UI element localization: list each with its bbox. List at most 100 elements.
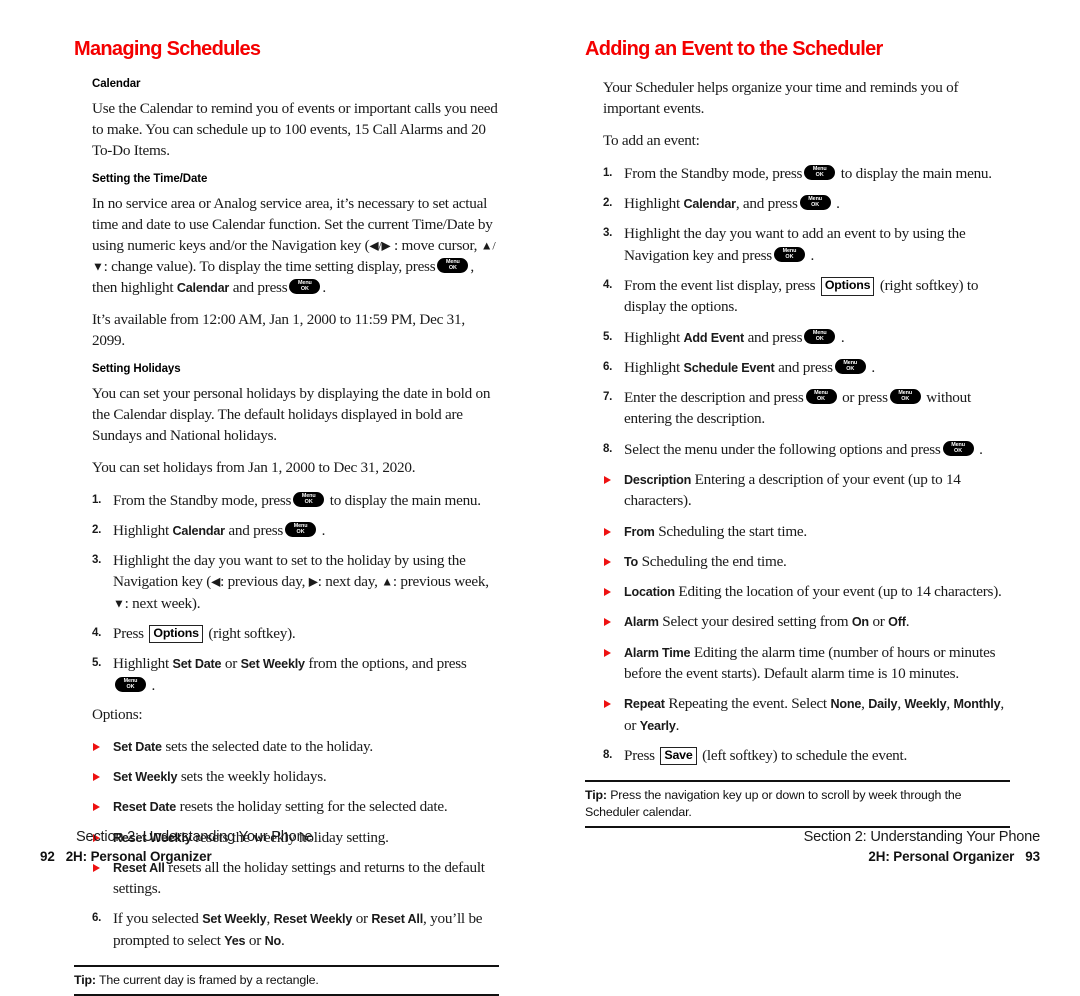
list-item: Alarm Time Editing the alarm time (numbe… [603,642,1010,685]
text-run: Press the navigation key up or down to s… [585,788,962,820]
ui-term-alarm: Alarm [624,615,659,630]
step-number: 8. [603,748,613,761]
ui-term-yes: Yes [224,933,246,948]
list-item: 6. If you selected Set Weekly, Reset Wee… [92,908,499,951]
triangle-bullet-icon [604,527,611,536]
list-item: 2. Highlight Calendar, and press Menu OK . [603,193,1010,214]
list-item: 3. Highlight the day you want to add an … [603,223,1010,266]
list-item: 4. From the event list display, press Op… [603,275,1010,318]
text-run: : next day, [317,573,378,591]
paragraph-calendar-intro: Use the Calendar to remind you of events… [92,100,498,159]
tip-text: Tip: The current day is framed by a rect… [74,967,499,989]
text-run: sets the selected date to the holiday. [165,737,373,755]
footer-left: Section 2: Understanding Your Phone 92 2H… [40,829,500,864]
list-item: 1. From the Standby mode, press Menu OK to… [92,490,499,511]
footer-section-label: Section 2: Understanding Your Phone [803,829,1041,845]
text-run: resets the holiday setting for the selec… [179,798,448,816]
text-run: . [840,328,845,346]
step-number: 6. [92,912,102,925]
text-run: . [905,613,910,631]
menu-ok-key-icon: Menu OK [805,389,837,405]
text-run: Repeating the event. Select [668,695,827,713]
text-run: and press [228,521,284,539]
ui-term-description: Description [624,473,692,487]
text-run: Scheduling the start time. [658,522,807,540]
page-title-left: Managing Schedules [74,38,261,60]
step-number: 2. [603,197,613,210]
footer-right: Section 2: Understanding Your Phone 2H: … [580,829,1041,864]
ui-value-none: None [830,697,862,712]
text-run: , and press [735,195,798,213]
steps-list-add-event: 1. From the Standby mode, press Menu OK to… [603,163,1010,460]
text-run: Scheduling the end time. [641,552,787,570]
paragraph-to-add-event: To add an event: [603,131,700,149]
text-run: From the Standby mode, press [113,491,292,509]
options-list-holidays: Set Date sets the selected date to the h… [92,736,499,900]
ui-term-reset-weekly: Reset Weekly [273,912,353,927]
menu-ok-key-icon: Menu OK [437,257,469,273]
step-number: 3. [92,554,102,567]
nav-right-icon: ▶ [308,574,318,589]
list-item: 3. Highlight the day you want to set to … [92,550,499,614]
menu-ok-key-icon: Menu OK [834,358,866,374]
step-number: 1. [92,493,102,506]
triangle-bullet-icon [604,618,611,627]
text-run: and press [778,358,833,376]
text-run: and press [232,278,288,296]
step-number: 6. [603,360,613,373]
triangle-bullet-icon [93,863,100,872]
triangle-bullet-icon [93,773,100,782]
ui-value-on: On [851,615,869,630]
list-item: 1. From the Standby mode, press Menu OK to… [603,163,1010,184]
footer-chapter-line: 2H: Personal Organizer 93 [580,849,1040,864]
softkey-save-button[interactable]: Save [660,746,697,766]
ui-value-off: Off [888,615,906,630]
triangle-bullet-icon [604,648,611,657]
ui-term-reset-date: Reset Date [113,800,177,815]
heading-setting-holidays: Setting Holidays [92,362,181,375]
text-run: Highlight [624,358,680,376]
ui-term-location: Location [624,585,675,600]
ui-value-yearly: Yearly [639,718,676,733]
text-run: and press [747,328,803,346]
softkey-options-button[interactable]: Options [820,277,875,296]
list-item: 2. Highlight Calendar and press Menu OK . [92,520,499,541]
list-item: 8. Select the menu under the following o… [603,439,1010,460]
list-item: Set Date sets the selected date to the h… [92,736,499,757]
list-item: 5. Highlight Set Date or Set Weekly from… [92,653,499,696]
ui-term-from: From [624,524,655,539]
text-run: from the options, and press [308,655,467,673]
right-column-body: Your Scheduler helps organize your time … [603,78,1010,766]
softkey-options-button[interactable]: Options [149,624,203,644]
triangle-bullet-icon [93,803,100,812]
ui-term-reset-all: Reset All [371,912,424,927]
ui-term-no: No [264,933,282,948]
text-run: (right softkey). [208,624,296,642]
paragraph-availability-range: It’s available from 12:00 AM, Jan 1, 200… [92,310,465,349]
menu-ok-key-icon: Menu OK [804,164,836,180]
ui-term-repeat: Repeat [624,697,665,712]
text-run: (left softkey) to schedule the event. [702,746,908,764]
text-run: . [151,676,156,694]
text-run: resets all the holiday settings and retu… [113,858,485,898]
menu-ok-key-icon: Menu OK [804,328,836,344]
text-run: . [836,195,840,213]
heading-calendar: Calendar [92,78,141,90]
tip-box-left: Tip: The current day is framed by a rect… [74,965,499,996]
list-item: 6. Highlight Schedule Event and press Men… [603,357,1010,378]
text-run: Highlight [113,655,169,673]
text-run: or [355,910,368,928]
manual-page: Managing Schedules Calendar Use the Cale… [0,0,1080,996]
page-number: 92 [40,849,55,864]
list-item: Alarm Select your desired setting from O… [603,611,1010,632]
text-run: or [224,655,238,673]
right-column: Adding an Event to the Scheduler Your Sc… [585,38,1010,829]
ui-term-schedule-event: Schedule Event [683,360,775,375]
paragraph-scheduler-intro: Your Scheduler helps organize your time … [603,79,959,117]
triangle-bullet-icon [604,700,611,709]
ui-value-weekly: Weekly [904,697,947,712]
tip-text: Tip: Press the navigation key up or down… [585,782,1010,821]
footer-chapter-label: 2H: Personal Organizer [65,849,212,864]
step-number: 4. [603,279,613,292]
list-item: 5. Highlight Add Event and press Menu OK . [603,327,1010,348]
